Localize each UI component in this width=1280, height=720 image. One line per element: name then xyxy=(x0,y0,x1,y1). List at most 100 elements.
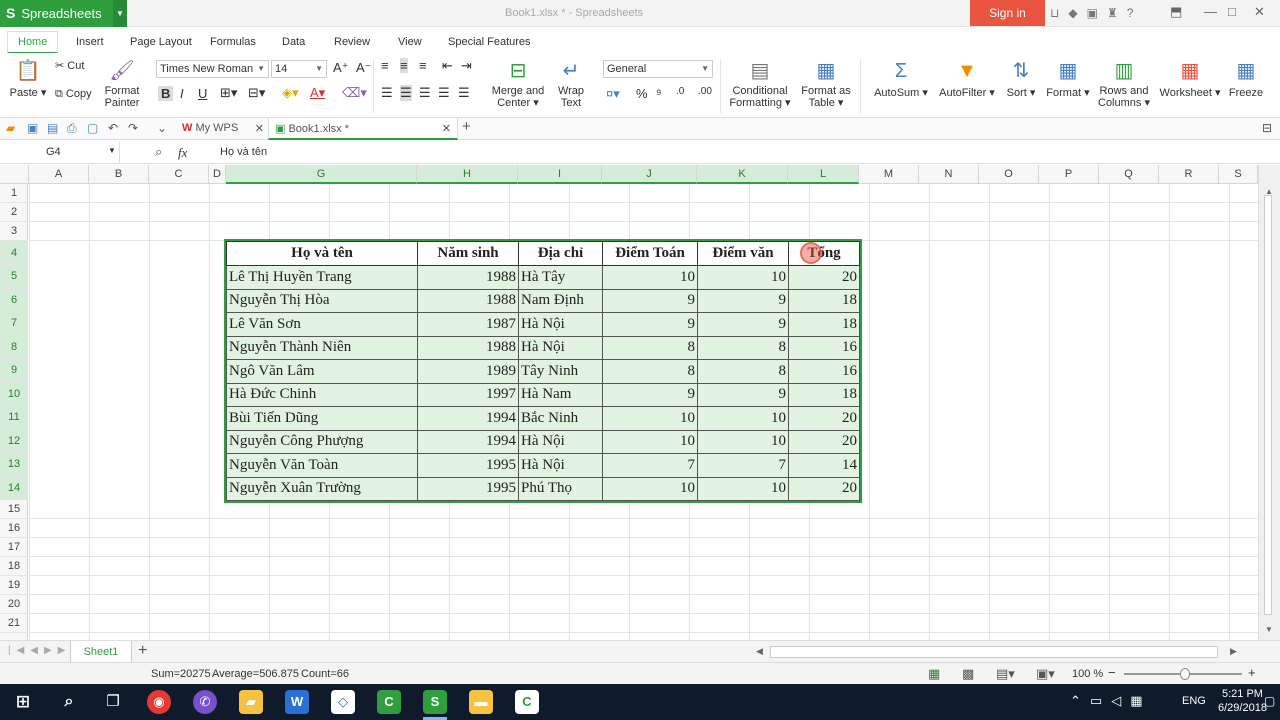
file-manager-icon[interactable]: ▰ xyxy=(239,690,263,714)
scroll-down-icon[interactable]: ▼ xyxy=(1265,625,1273,634)
cell[interactable]: 9 xyxy=(602,312,698,337)
cell[interactable]: Tây Ninh xyxy=(518,359,603,384)
row-header[interactable]: 13 xyxy=(0,453,28,477)
cell[interactable]: 10 xyxy=(697,406,789,431)
cell[interactable]: 8 xyxy=(697,359,789,384)
chevron-up-icon[interactable]: ⌃ xyxy=(1070,693,1090,708)
cell[interactable]: 1994 xyxy=(417,406,519,431)
col-header[interactable]: L xyxy=(788,165,859,184)
cell[interactable]: 1989 xyxy=(417,359,519,384)
align-top-icon[interactable]: ≡ xyxy=(381,58,389,73)
underline-icon[interactable]: U xyxy=(198,86,207,101)
col-header[interactable]: N xyxy=(919,165,979,184)
cell[interactable]: Hà Nội xyxy=(518,335,603,360)
redo-icon[interactable]: ↷ xyxy=(128,121,138,135)
row-header[interactable]: 7 xyxy=(0,312,28,336)
chrome-icon[interactable]: ◉ xyxy=(147,690,171,714)
cell[interactable]: 20 xyxy=(788,265,860,290)
fx-icon[interactable]: fx xyxy=(178,145,187,161)
format-button[interactable]: ▦ Format ▾ xyxy=(1044,59,1092,99)
page-layout-view-icon[interactable]: ▤▾ xyxy=(996,666,1015,682)
normal-view-icon[interactable]: ▦ xyxy=(928,666,940,682)
comma-icon[interactable]: ⁹ xyxy=(656,86,662,101)
header-cell[interactable]: Địa chỉ xyxy=(518,241,603,266)
restore-ribbon-icon[interactable]: ⬒ xyxy=(1170,4,1182,20)
chevron-down-icon[interactable]: ▼ xyxy=(108,146,116,155)
number-format-select[interactable]: General ▼ xyxy=(603,60,713,78)
open-icon[interactable]: ▰ xyxy=(6,121,15,135)
close-icon[interactable]: ✕ xyxy=(1254,4,1265,20)
row-header[interactable]: 19 xyxy=(0,576,28,595)
volume-icon[interactable]: ◁ xyxy=(1111,693,1130,708)
zoom-out-icon[interactable]: − xyxy=(1108,665,1116,680)
undo-icon[interactable]: ↶ xyxy=(108,121,118,135)
task-view-icon[interactable]: ❐ xyxy=(101,690,125,714)
fill-color-icon[interactable]: ⊟▾ xyxy=(248,85,265,101)
cell[interactable]: 10 xyxy=(602,265,698,290)
cell[interactable]: 16 xyxy=(788,335,860,360)
wps-writer-icon[interactable]: W xyxy=(285,690,309,714)
percent-icon[interactable]: % xyxy=(636,86,648,101)
cell[interactable]: 8 xyxy=(602,359,698,384)
sort-button[interactable]: ⇅ Sort ▾ xyxy=(1003,59,1039,99)
cell[interactable]: Hà Đức Chinh xyxy=(226,382,418,407)
bold-icon[interactable]: B xyxy=(158,86,174,101)
new-tab-icon[interactable]: + xyxy=(462,118,471,135)
cell[interactable]: 7 xyxy=(697,453,789,478)
worksheet-button[interactable]: ▦ Worksheet ▾ xyxy=(1156,59,1224,99)
header-cell[interactable]: Điểm văn xyxy=(697,241,789,266)
cell[interactable]: Nguyễn Văn Toàn xyxy=(226,453,418,478)
cell[interactable]: Hà Tây xyxy=(518,265,603,290)
row-header[interactable]: 2 xyxy=(0,203,28,222)
cart-icon[interactable]: ⊔ xyxy=(1050,6,1068,20)
cell[interactable]: 18 xyxy=(788,288,860,313)
paste-button[interactable]: 📋 Paste ▾ xyxy=(8,59,48,99)
rows-columns-button[interactable]: ▥ Rows and Columns ▾ xyxy=(1096,59,1152,109)
battery-icon[interactable]: ▭ xyxy=(1090,693,1111,708)
shirt-icon[interactable]: ♜ xyxy=(1107,6,1127,20)
align-middle-icon[interactable]: ≡ xyxy=(400,58,408,73)
zoom-in-icon[interactable]: + xyxy=(1248,665,1256,680)
cell[interactable]: Nguyễn Công Phượng xyxy=(226,429,418,454)
doctab-mywps[interactable]: W My WPS ✕ xyxy=(176,118,268,140)
increase-decimal-icon[interactable]: .0 xyxy=(676,86,684,97)
italic-icon[interactable]: I xyxy=(180,86,184,101)
row-header[interactable]: 1 xyxy=(0,184,28,203)
col-header[interactable]: R xyxy=(1159,165,1219,184)
distributed-icon[interactable]: ☰ xyxy=(458,85,470,101)
conditional-formatting-button[interactable]: ▤ Conditional Formatting ▾ xyxy=(726,59,794,109)
tab-view[interactable]: View xyxy=(398,36,422,48)
cell[interactable]: 1997 xyxy=(417,382,519,407)
row-header[interactable]: 21 xyxy=(0,614,28,633)
scroll-left-icon[interactable]: ◀ xyxy=(756,646,763,657)
col-header[interactable]: S xyxy=(1219,165,1258,184)
save-icon[interactable]: ▣ xyxy=(27,121,38,135)
wrap-text-button[interactable]: ↵ Wrap Text xyxy=(553,59,589,109)
row-header[interactable]: 8 xyxy=(0,335,28,359)
font-name-select[interactable]: Times New Roman ▼ xyxy=(156,60,269,78)
cut-button[interactable]: ✂ Cut xyxy=(55,60,84,72)
col-header[interactable]: C xyxy=(149,165,209,184)
decrease-font-icon[interactable]: A⁻ xyxy=(356,60,372,76)
formula-input[interactable]: Họ và tên xyxy=(220,146,267,158)
cell[interactable]: Bắc Ninh xyxy=(518,406,603,431)
cell[interactable]: 20 xyxy=(788,429,860,454)
cell[interactable]: Nam Định xyxy=(518,288,603,313)
row-header[interactable]: 9 xyxy=(0,359,28,383)
cell[interactable]: 1987 xyxy=(417,312,519,337)
freeze-button[interactable]: ▦ Freeze xyxy=(1228,59,1264,99)
print-preview-icon[interactable]: ▢ xyxy=(87,121,98,135)
recorder-icon[interactable]: C xyxy=(515,690,539,714)
cell[interactable]: Nguyễn Xuân Trường xyxy=(226,476,418,501)
align-bottom-icon[interactable]: ≡ xyxy=(419,58,427,73)
vertical-scrollbar[interactable]: ▲ ▼ xyxy=(1258,165,1280,640)
col-header[interactable]: D xyxy=(209,165,226,184)
col-header[interactable]: J xyxy=(602,165,697,184)
minimize-icon[interactable]: — xyxy=(1204,4,1217,19)
col-header[interactable]: M xyxy=(859,165,919,184)
cell[interactable]: 16 xyxy=(788,359,860,384)
cell[interactable]: 10 xyxy=(697,476,789,501)
col-header[interactable]: H xyxy=(417,165,518,184)
cell[interactable]: 1988 xyxy=(417,288,519,313)
format-as-table-button[interactable]: ▦ Format as Table ▾ xyxy=(798,59,854,109)
